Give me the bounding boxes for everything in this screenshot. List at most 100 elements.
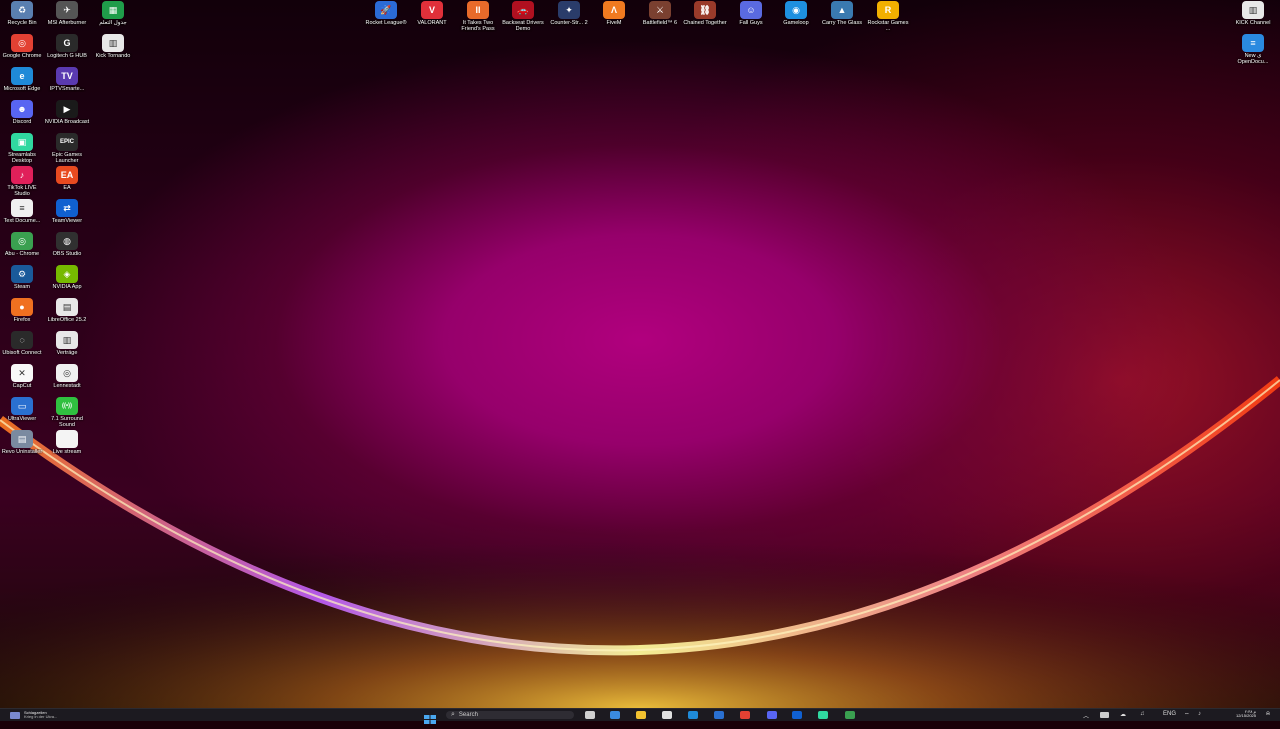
backseat-drivers-icon: 🚗 [512, 1, 534, 19]
desktop-shortcut[interactable]: ✈ MSI Afterburner [46, 1, 88, 33]
shortcut-label: Carry The Glass [822, 20, 862, 26]
desktop-shortcut[interactable]: ⚔ Battlefield™ 6 [639, 1, 681, 33]
desktop-shortcut[interactable]: ▥ Verträge [46, 331, 88, 363]
revo-uninstaller-icon: ▤ [11, 430, 33, 448]
shortcut-label: New ی OpenDocu... [1237, 53, 1269, 65]
abu-chrome-icon: ◎ [11, 232, 33, 250]
shortcut-label: NVIDIA App [52, 284, 82, 290]
surround-sound-icon: ((•)) [56, 397, 78, 415]
tray-chevron-icon[interactable]: ︿ [1083, 711, 1089, 720]
desktop-shortcut[interactable]: ▥ KICK Channel [1232, 1, 1274, 33]
teamviewer-taskbar-icon[interactable] [792, 711, 802, 719]
desktop-shortcut[interactable]: ● Firefox [1, 298, 43, 330]
desktop-shortcut[interactable]: 🚀 Rocket League® [365, 1, 407, 33]
rocket-league-icon: 🚀 [375, 1, 397, 19]
desktop-shortcut[interactable]: ≡ Text Docume... [1, 199, 43, 231]
tray-cloud-icon[interactable]: ☁ [1120, 711, 1126, 718]
microsoft-store-icon[interactable] [662, 711, 672, 719]
news-widget[interactable]: Schlagzeilen Krieg in der Ukra... [10, 711, 90, 719]
desktop-shortcut[interactable]: ◎ Google Chrome [1, 34, 43, 66]
discord-taskbar-icon[interactable] [767, 711, 777, 719]
mail-taskbar-icon[interactable] [714, 711, 724, 719]
desktop-shortcut[interactable]: ◉ Gameloop [775, 1, 817, 33]
desktop-shortcut[interactable]: V VALORANT [411, 1, 453, 33]
chrome-profile-taskbar-icon[interactable] [845, 711, 855, 719]
shortcut-label: Discord [12, 119, 32, 125]
desktop-shortcut[interactable]: ♪ TikTok LIVE Studio [1, 166, 43, 198]
wifi-icon[interactable]: ⌔ [1184, 711, 1190, 719]
taskbar-search[interactable]: ⌕ Search [446, 711, 574, 719]
desktop-shortcut[interactable]: ▦ جدول التعلم [92, 1, 134, 33]
desktop-shortcut[interactable]: ⇄ TeamViewer [46, 199, 88, 231]
desktop-shortcut[interactable]: ☺ Fall Guys [730, 1, 772, 33]
desktop-shortcut[interactable]: ▶ NVIDIA Broadcast [45, 100, 89, 132]
desktop-shortcut[interactable]: ◎ Abu - Chrome [1, 232, 43, 264]
desktop-shortcut[interactable]: ♻ Recycle Bin [1, 1, 43, 33]
tray-app-icon[interactable] [1100, 712, 1109, 718]
streamlabs-taskbar-icon[interactable] [818, 711, 828, 719]
desktop-shortcut[interactable]: ⛓ Chained Together [683, 1, 727, 33]
shortcut-label: Battlefield™ 6 [642, 20, 678, 26]
shortcut-label: CapCut [12, 383, 32, 389]
shortcut-label: KICK Channel [1235, 20, 1271, 26]
file-explorer-icon[interactable] [636, 711, 646, 719]
kick-channel-icon: ▥ [1242, 1, 1264, 19]
chained-together-icon: ⛓ [694, 1, 716, 19]
start-button[interactable] [424, 711, 436, 724]
desktop-shortcut[interactable]: TV IPTVSmarte... [46, 67, 88, 99]
clock[interactable]: ۲:۳۸ م 12/15/2025 [1216, 710, 1256, 718]
desktop-shortcut[interactable]: ▤ LibreOffice 25.2 [46, 298, 88, 330]
desktop-shortcut[interactable]: ▣ Streamlabs Desktop [1, 133, 43, 165]
desktop-shortcut[interactable]: ≡ New ی OpenDocu... [1232, 34, 1274, 66]
desktop-shortcut[interactable]: ✕ CapCut [1, 364, 43, 396]
ubisoft-connect-icon: ◌ [11, 331, 33, 349]
desktop-shortcut[interactable]: ⚙ Steam [1, 265, 43, 297]
desktop-shortcut[interactable]: ◎ Lennestadt [46, 364, 88, 396]
nvidia-app-icon: ◈ [56, 265, 78, 283]
discord-icon: ☻ [11, 100, 33, 118]
desktop-wallpaper [0, 0, 1280, 708]
tray-headset-icon[interactable]: ♫ [1140, 711, 1145, 717]
shortcut-label: جدول التعلم [99, 20, 127, 26]
clock-date: 12/15/2025 [1235, 713, 1256, 718]
shortcut-label: Kick Tornando [95, 53, 131, 59]
desktop-shortcut[interactable]: EPIC Epic Games Launcher [46, 133, 88, 165]
kick-tornando-icon: ▥ [102, 34, 124, 52]
task-view-icon[interactable] [585, 711, 595, 719]
desktop-shortcut[interactable]: G Logitech G HUB [46, 34, 88, 66]
tray-language[interactable]: ENG [1163, 711, 1176, 717]
edge-taskbar-icon[interactable] [688, 711, 698, 719]
desktop-shortcut[interactable]: ◍ OBS Studio [46, 232, 88, 264]
shortcut-label: Abu - Chrome [4, 251, 40, 257]
widgets-icon[interactable] [610, 711, 620, 719]
news-icon [10, 711, 20, 719]
battlefield-icon: ⚔ [649, 1, 671, 19]
desktop-shortcut[interactable]: ☻ Discord [1, 100, 43, 132]
steam-icon: ⚙ [11, 265, 33, 283]
desktop-shortcut[interactable]: ✦ Counter-Str... 2 [548, 1, 590, 33]
desktop-shortcut[interactable]: Λ FiveM [593, 1, 635, 33]
notification-bell-icon[interactable]: ⍾ [1266, 711, 1270, 718]
shortcut-label: Rockstar Games ... [867, 20, 909, 32]
desktop-shortcut[interactable]: e Microsoft Edge [1, 67, 43, 99]
volume-icon[interactable]: ♪ [1198, 711, 1201, 717]
shortcut-label: Firefox [13, 317, 31, 323]
search-placeholder: Search [458, 712, 478, 718]
desktop-shortcut[interactable]: ◈ NVIDIA App [46, 265, 88, 297]
desktop-shortcut[interactable]: ◌ Ubisoft Connect [1, 331, 43, 363]
desktop-shortcut[interactable]: ▤ Revo Uninstaller [1, 430, 43, 462]
streamlabs-icon: ▣ [11, 133, 33, 151]
desktop-shortcut[interactable]: EA EA [46, 166, 88, 198]
chrome-taskbar-icon[interactable] [740, 711, 750, 719]
desktop-shortcut[interactable]: R Rockstar Games ... [867, 1, 909, 33]
shortcut-label: Ubisoft Connect [2, 350, 42, 356]
desktop-shortcut[interactable]: ▥ Kick Tornando [92, 34, 134, 66]
shortcut-label: Chained Together [683, 20, 727, 26]
desktop-shortcut[interactable]: ▭ UltraViewer [1, 397, 43, 429]
desktop-shortcut[interactable]: II It Takes Two Friend's Pass [457, 1, 499, 33]
desktop-shortcut[interactable]: ▲ Carry The Glass [821, 1, 863, 33]
desktop-shortcut[interactable]: Live stream [46, 430, 88, 462]
desktop-shortcut[interactable]: ((•)) 7.1 Surround Sound [46, 397, 88, 429]
desktop-shortcut[interactable]: 🚗 Backseat Drivers Demo [502, 1, 544, 33]
iptv-smarters-icon: TV [56, 67, 78, 85]
